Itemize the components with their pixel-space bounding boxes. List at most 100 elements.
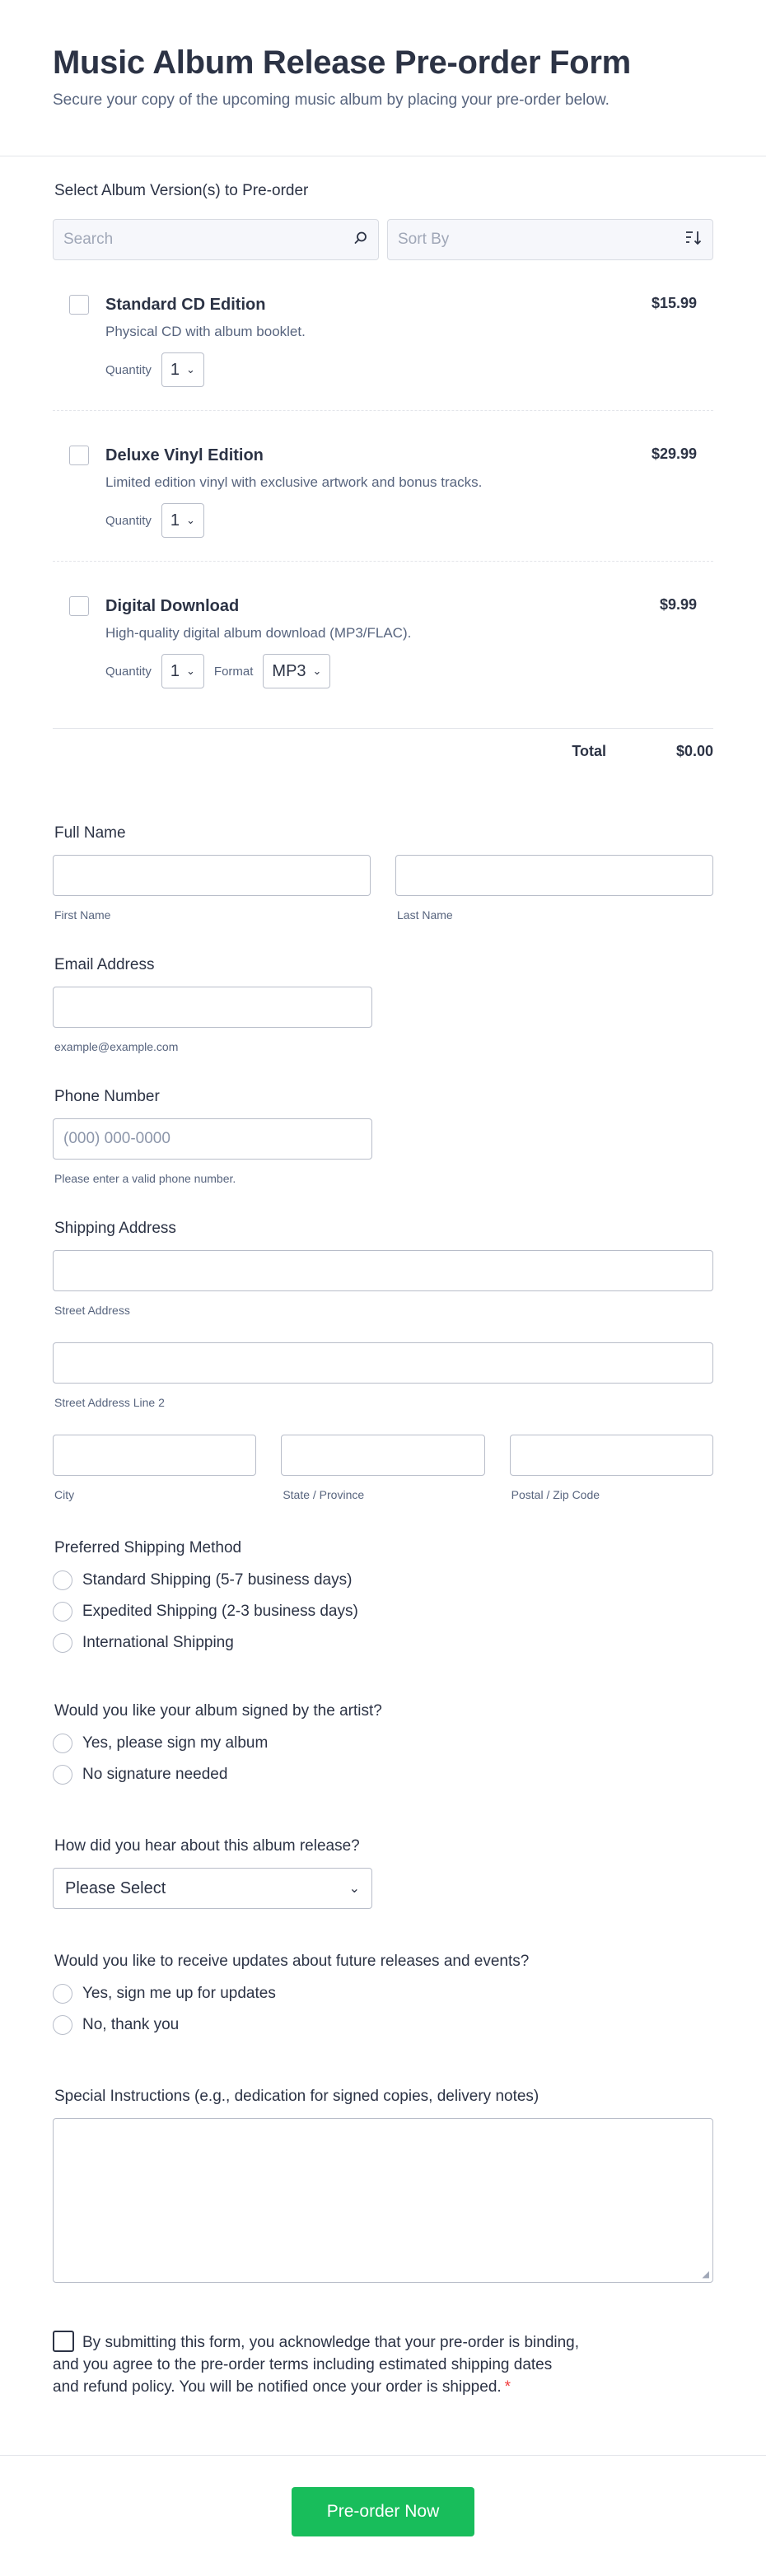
chevron-down-icon: ⌄ — [186, 363, 195, 376]
product-name: Deluxe Vinyl Edition — [105, 446, 264, 464]
total-value: $0.00 — [675, 743, 713, 759]
last-name-sublabel: Last Name — [397, 908, 453, 922]
shipping-method-section: Preferred Shipping Method Standard Shipp… — [53, 1538, 713, 1659]
updates-label: Would you like to receive updates about … — [54, 1953, 530, 1970]
quantity-select[interactable]: 1 ⌄ — [161, 654, 204, 688]
state-sublabel: State / Province — [283, 1488, 365, 1501]
quantity-value: 1 — [170, 511, 180, 530]
order-total: Total $0.00 — [53, 728, 713, 774]
zip-field[interactable] — [509, 1435, 713, 1476]
form-footer: Pre-order Now — [0, 2455, 766, 2576]
quantity-select[interactable]: 1 ⌄ — [161, 352, 204, 387]
product-description: Physical CD with album booklet. — [105, 324, 306, 339]
first-name-sublabel: First Name — [54, 908, 111, 922]
consent-line-2: and you agree to the pre-order terms inc… — [53, 2356, 553, 2373]
updates-section: Would you like to receive updates about … — [53, 1952, 713, 2041]
product-checkbox[interactable] — [69, 596, 89, 616]
format-label: Format — [213, 664, 254, 679]
product-price: $29.99 — [651, 446, 697, 462]
radio-button[interactable] — [53, 2015, 72, 2035]
format-select[interactable]: MP3 ⌄ — [263, 654, 331, 688]
signed-option-no[interactable]: No signature needed — [53, 1759, 713, 1790]
total-label: Total — [572, 743, 606, 759]
signed-option-yes[interactable]: Yes, please sign my album — [53, 1728, 713, 1759]
shipping-method-label: Preferred Shipping Method — [54, 1539, 242, 1556]
pre-order-submit-button[interactable]: Pre-order Now — [292, 2487, 474, 2536]
city-field[interactable] — [53, 1435, 257, 1476]
product-checkbox[interactable] — [69, 295, 89, 315]
radio-button[interactable] — [53, 1734, 72, 1753]
radio-button[interactable] — [53, 1602, 72, 1622]
full-name-section: Full Name First Name Last Name — [53, 824, 713, 922]
chevron-down-icon: ⌄ — [186, 665, 195, 677]
phone-field[interactable]: (000) 000-0000 — [53, 1118, 372, 1160]
phone-placeholder: (000) 000-0000 — [63, 1130, 170, 1147]
product-search-input[interactable]: Search — [53, 219, 379, 260]
updates-option-yes[interactable]: Yes, sign me up for updates — [53, 1978, 713, 2009]
radio-label: Yes, sign me up for updates — [82, 1985, 276, 2002]
heard-select[interactable]: Please Select ⌄ — [53, 1868, 372, 1909]
product-item-standard-cd: Standard CD Edition $15.99 Physical CD w… — [53, 260, 713, 411]
terms-checkbox[interactable] — [53, 2331, 74, 2352]
product-description: High-quality digital album download (MP3… — [105, 625, 412, 641]
street-address-line2-sublabel: Street Address Line 2 — [54, 1396, 165, 1409]
quantity-select[interactable]: 1 ⌄ — [161, 503, 204, 538]
product-description: Limited edition vinyl with exclusive art… — [105, 474, 483, 490]
radio-label: International Shipping — [82, 1634, 234, 1651]
email-sublabel: example@example.com — [54, 1040, 179, 1053]
radio-label: Expedited Shipping (2-3 business days) — [82, 1603, 358, 1620]
product-item-digital-download: Digital Download $9.99 High-quality digi… — [53, 562, 713, 712]
format-value: MP3 — [272, 661, 306, 680]
full-name-label: Full Name — [54, 824, 126, 842]
sort-by-select[interactable]: Sort By — [387, 219, 713, 260]
street-address-field[interactable] — [53, 1250, 713, 1291]
shipping-option-standard[interactable]: Standard Shipping (5-7 business days) — [53, 1565, 713, 1596]
instructions-section: Special Instructions (e.g., dedication f… — [53, 2087, 713, 2283]
product-item-deluxe-vinyl: Deluxe Vinyl Edition $29.99 Limited edit… — [53, 411, 713, 562]
product-checkbox[interactable] — [69, 446, 89, 465]
city-sublabel: City — [54, 1488, 75, 1501]
radio-button[interactable] — [53, 1633, 72, 1653]
page-title: Music Album Release Pre-order Form — [53, 44, 631, 81]
form-page: Music Album Release Pre-order Form Secur… — [0, 0, 766, 2576]
form-header: Music Album Release Pre-order Form Secur… — [0, 0, 766, 156]
search-placeholder: Search — [63, 231, 114, 248]
quantity-label: Quantity — [105, 362, 152, 377]
shipping-option-expedited[interactable]: Expedited Shipping (2-3 business days) — [53, 1596, 713, 1627]
radio-button[interactable] — [53, 1984, 72, 2004]
chevron-down-icon: ⌄ — [186, 514, 195, 526]
product-name: Standard CD Edition — [105, 296, 266, 314]
last-name-field[interactable] — [395, 855, 713, 896]
state-field[interactable] — [281, 1435, 485, 1476]
product-list-label: Select Album Version(s) to Pre-order — [54, 182, 309, 199]
quantity-label: Quantity — [105, 513, 152, 528]
email-section: Email Address example@example.com — [53, 955, 713, 1054]
phone-label: Phone Number — [54, 1088, 160, 1105]
first-name-field[interactable] — [53, 855, 371, 896]
chevron-down-icon: ⌄ — [312, 665, 322, 677]
signed-section: Would you like your album signed by the … — [53, 1701, 713, 1790]
updates-option-no[interactable]: No, thank you — [53, 2009, 713, 2041]
street-address-sublabel: Street Address — [54, 1304, 130, 1317]
heard-label: How did you hear about this album releas… — [54, 1837, 360, 1855]
radio-button[interactable] — [53, 1765, 72, 1785]
product-price: $15.99 — [651, 295, 697, 311]
email-field[interactable] — [53, 987, 372, 1028]
resize-handle-icon[interactable]: ◢ — [703, 2269, 709, 2280]
heard-section: How did you hear about this album releas… — [53, 1836, 713, 1909]
email-label: Email Address — [54, 956, 155, 973]
terms-consent: By submitting this form, you acknowledge… — [53, 2331, 713, 2398]
consent-line-3: and refund policy. You will be notified … — [53, 2378, 502, 2396]
product-price: $9.99 — [659, 596, 697, 613]
heard-selected-value: Please Select — [65, 1878, 166, 1897]
shipping-option-international[interactable]: International Shipping — [53, 1627, 713, 1659]
instructions-textarea[interactable]: ◢ — [53, 2118, 713, 2283]
required-asterisk: * — [504, 2378, 511, 2396]
radio-button[interactable] — [53, 1570, 72, 1590]
signed-label: Would you like your album signed by the … — [54, 1702, 382, 1720]
street-address-line2-field[interactable] — [53, 1342, 713, 1384]
radio-label: No, thank you — [82, 2016, 180, 2033]
product-toolbar: Search Sort By — [53, 219, 713, 260]
product-list-section: Select Album Version(s) to Pre-order Sea… — [53, 156, 713, 774]
radio-label: Yes, please sign my album — [82, 1734, 269, 1752]
